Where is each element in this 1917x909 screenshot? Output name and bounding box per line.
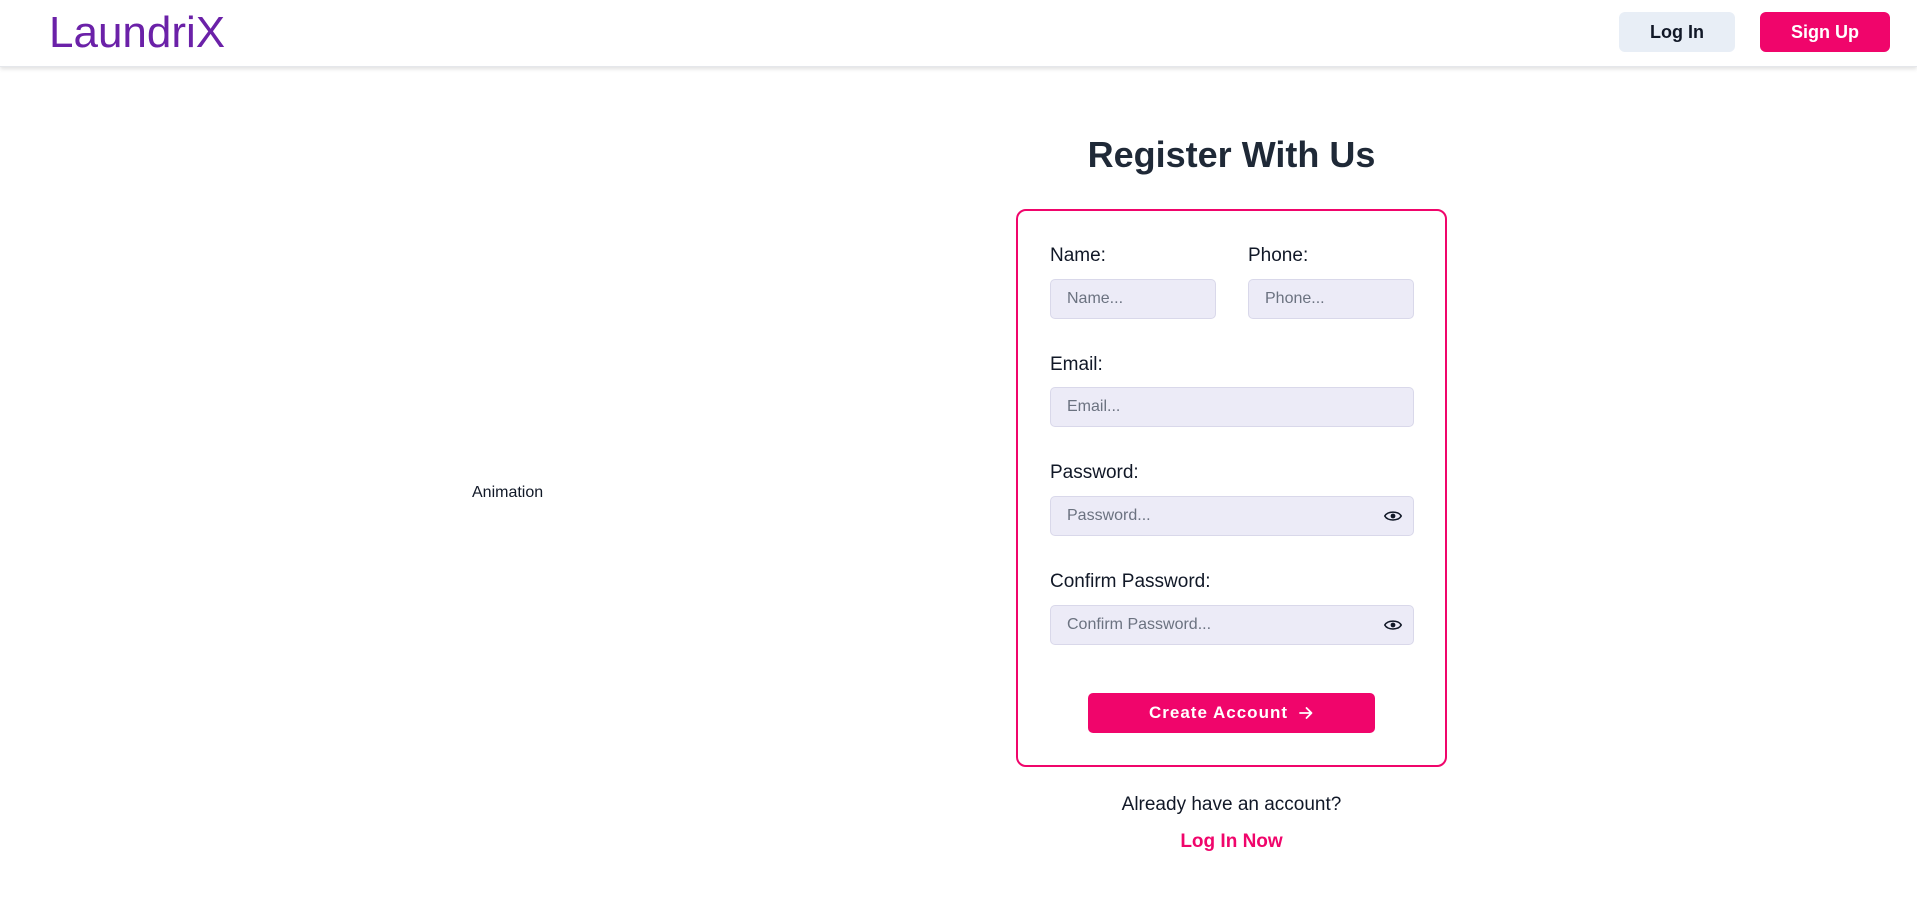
email-input[interactable] xyxy=(1050,387,1414,427)
signup-button[interactable]: Sign Up xyxy=(1760,12,1890,52)
animation-placeholder: Animation xyxy=(472,484,544,501)
confirm-password-input[interactable] xyxy=(1050,605,1414,645)
navbar: LaundriX Log In Sign Up xyxy=(0,0,1917,67)
password-input[interactable] xyxy=(1050,496,1414,536)
brand-logo[interactable]: LaundriX xyxy=(49,8,225,58)
arrow-right-icon xyxy=(1299,707,1313,719)
name-label: Name: xyxy=(1050,245,1106,266)
name-input[interactable] xyxy=(1050,279,1216,319)
form-title: Register With Us xyxy=(1087,134,1376,175)
already-have-account-text: Already have an account? xyxy=(1121,794,1342,815)
phone-label: Phone: xyxy=(1248,245,1309,266)
email-label: Email: xyxy=(1050,354,1103,375)
create-account-label: Create Account xyxy=(1148,703,1288,722)
confirm-password-label: Confirm Password: xyxy=(1050,571,1211,592)
login-now-link[interactable]: Log In Now xyxy=(1016,831,1447,853)
eye-icon[interactable] xyxy=(1384,510,1402,522)
login-button[interactable]: Log In xyxy=(1619,12,1735,52)
password-label: Password: xyxy=(1050,462,1139,483)
phone-input[interactable] xyxy=(1248,279,1414,319)
eye-icon[interactable] xyxy=(1384,619,1402,631)
create-account-button[interactable]: Create Account xyxy=(1088,693,1375,733)
